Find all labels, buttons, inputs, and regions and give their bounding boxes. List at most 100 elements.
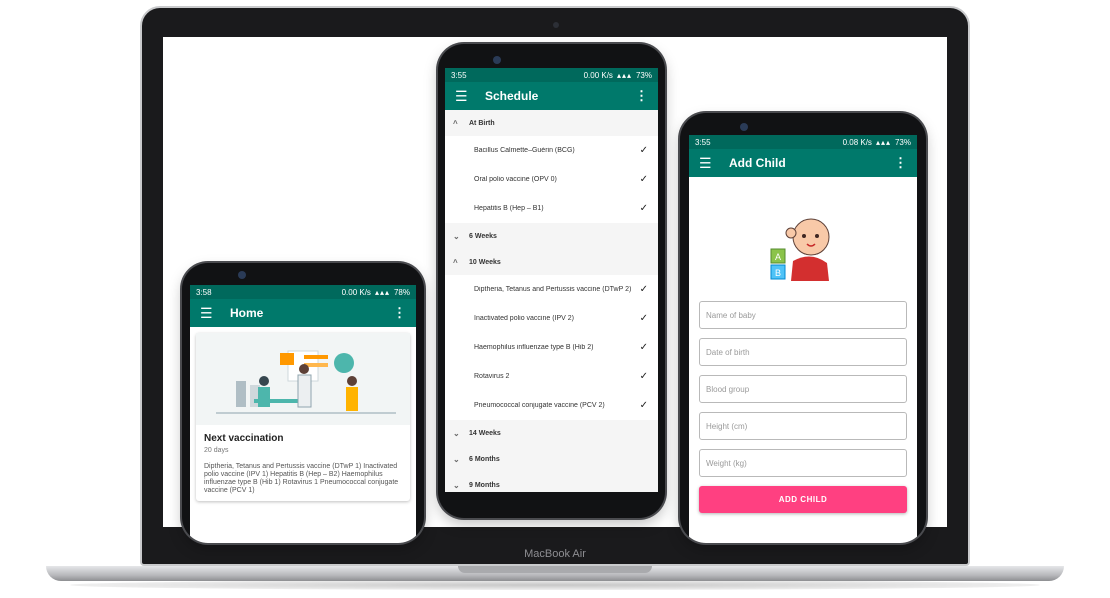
- schedule-list: ^ At Birth Bacillus Calmette–Guérin (BCG…: [445, 110, 658, 492]
- block-letter-a: A: [775, 252, 781, 262]
- section-6-weeks[interactable]: ⌄ 6 Weeks: [445, 223, 658, 249]
- section-10-weeks[interactable]: ^ 10 Weeks: [445, 249, 658, 275]
- status-battery: 78%: [393, 287, 410, 297]
- section-label: At Birth: [469, 119, 495, 127]
- vaccine-row[interactable]: Haemophilus influenzae type B (Hib 2) ✓: [445, 333, 658, 362]
- doctor-illustration-svg: [216, 350, 396, 414]
- chevron-down-icon: ⌄: [453, 480, 460, 490]
- vaccine-name: Hepatitis B (Hep – B1): [474, 205, 544, 212]
- section-label: 6 Months: [469, 455, 500, 463]
- schedule-app: 3:55 0.00 K/s ▴▴▴ 73% ☰ Schedule ⋮ ^ At …: [445, 68, 658, 492]
- signal-icon: ▴▴▴: [374, 287, 390, 297]
- laptop-shadow: [70, 580, 1040, 590]
- stage: MacBook Air 3:58 0.00 K/s ▴▴▴ 78% ☰ Home…: [0, 0, 1110, 598]
- vaccine-list-text: Diptheria, Tetanus and Pertussis vaccine…: [204, 463, 399, 494]
- status-bar: 3:55 0.08 K/s ▴▴▴ 73%: [689, 135, 917, 149]
- app-bar: ☰ Home ⋮: [190, 299, 416, 327]
- status-battery: 73%: [894, 137, 911, 147]
- more-vert-icon[interactable]: ⋮: [894, 155, 907, 171]
- signal-icon: ▴▴▴: [616, 70, 632, 80]
- vaccine-row[interactable]: Rotavirus 2 ✓: [445, 362, 658, 391]
- chevron-up-icon: ^: [453, 257, 458, 267]
- status-speed: 0.00 K/s: [583, 70, 613, 80]
- app-bar: ☰ Add Child ⋮: [689, 149, 917, 177]
- section-label: 10 Weeks: [469, 258, 501, 266]
- home-app: 3:58 0.00 K/s ▴▴▴ 78% ☰ Home ⋮ Next vacc…: [190, 285, 416, 543]
- section-label: 6 Weeks: [469, 232, 497, 240]
- vaccine-name: Rotavirus 2: [474, 373, 510, 380]
- vaccine-row[interactable]: Bacillus Calmette–Guérin (BCG) ✓: [445, 136, 658, 165]
- vaccine-name: Haemophilus influenzae type B (Hib 2): [474, 344, 594, 351]
- vaccine-row[interactable]: Hepatitis B (Hep – B1) ✓: [445, 194, 658, 223]
- section-9-months[interactable]: ⌄ 9 Months: [445, 472, 658, 492]
- page-title: Add Child: [729, 156, 786, 170]
- status-bar: 3:55 0.00 K/s ▴▴▴ 73%: [445, 68, 658, 82]
- check-icon[interactable]: ✓: [640, 342, 648, 353]
- check-icon[interactable]: ✓: [640, 174, 648, 185]
- section-label: 9 Months: [469, 481, 500, 489]
- more-vert-icon[interactable]: ⋮: [393, 305, 406, 321]
- status-battery: 73%: [635, 70, 652, 80]
- more-vert-icon[interactable]: ⋮: [635, 88, 648, 104]
- vaccine-name: Pneumococcal conjugate vaccine (PCV 2): [474, 402, 605, 409]
- chevron-down-icon: ⌄: [453, 231, 460, 241]
- status-bar: 3:58 0.00 K/s ▴▴▴ 78%: [190, 285, 416, 299]
- chevron-down-icon: ⌄: [453, 428, 460, 438]
- vaccine-name: Inactivated polio vaccine (IPV 2): [474, 315, 574, 322]
- app-bar: ☰ Schedule ⋮: [445, 82, 658, 110]
- laptop-notch: [458, 566, 652, 573]
- chevron-up-icon: ^: [453, 118, 458, 128]
- signal-icon: ▴▴▴: [875, 137, 891, 147]
- card-title: Next vaccination: [204, 433, 284, 444]
- check-icon[interactable]: ✓: [640, 313, 648, 324]
- page-title: Schedule: [485, 89, 539, 103]
- section-at-birth[interactable]: ^ At Birth: [445, 110, 658, 136]
- weight-field[interactable]: Weight (kg): [699, 449, 907, 477]
- baby-with-blocks-icon[interactable]: A B: [763, 207, 843, 287]
- height-field[interactable]: Height (cm): [699, 412, 907, 440]
- vaccine-row[interactable]: Pneumococcal conjugate vaccine (PCV 2) ✓: [445, 391, 658, 420]
- check-icon[interactable]: ✓: [640, 400, 648, 411]
- phone-camera: [238, 271, 246, 279]
- doctor-illustration: [196, 333, 410, 425]
- check-icon[interactable]: ✓: [640, 284, 648, 295]
- status-speed: 0.00 K/s: [341, 287, 371, 297]
- menu-icon[interactable]: ☰: [455, 88, 479, 105]
- status-time: 3:58: [196, 287, 212, 297]
- vaccine-row[interactable]: Oral polio vaccine (OPV 0) ✓: [445, 165, 658, 194]
- phone-add-child: 3:55 0.08 K/s ▴▴▴ 73% ☰ Add Child ⋮ A B: [680, 113, 926, 543]
- menu-icon[interactable]: ☰: [200, 305, 224, 322]
- phone-camera: [493, 56, 501, 64]
- baby-illustration-svg: A B: [770, 218, 830, 281]
- vaccine-name: Oral polio vaccine (OPV 0): [474, 176, 557, 183]
- vaccine-name: Diptheria, Tetanus and Pertussis vaccine…: [474, 286, 632, 293]
- blood-group-field[interactable]: Blood group: [699, 375, 907, 403]
- page-title: Home: [230, 306, 264, 320]
- menu-icon[interactable]: ☰: [699, 155, 723, 172]
- baby-name-field[interactable]: Name of baby: [699, 301, 907, 329]
- check-icon[interactable]: ✓: [640, 145, 648, 156]
- card-body: Next vaccination 20 days Diptheria, Teta…: [196, 425, 410, 501]
- section-6-months[interactable]: ⌄ 6 Months: [445, 446, 658, 472]
- next-vaccination-card[interactable]: Next vaccination 20 days Diptheria, Teta…: [196, 333, 410, 501]
- phone-camera: [740, 123, 748, 131]
- add-child-app: 3:55 0.08 K/s ▴▴▴ 73% ☰ Add Child ⋮ A B: [689, 135, 917, 543]
- block-letter-b: B: [775, 268, 781, 278]
- section-label: 14 Weeks: [469, 429, 501, 437]
- vaccine-name: Bacillus Calmette–Guérin (BCG): [474, 147, 575, 154]
- chevron-down-icon: ⌄: [453, 454, 460, 464]
- check-icon[interactable]: ✓: [640, 203, 648, 214]
- laptop-brand-label: MacBook Air: [524, 548, 586, 560]
- status-time: 3:55: [695, 137, 711, 147]
- days-remaining: 20 days: [204, 447, 229, 454]
- phone-schedule: 3:55 0.00 K/s ▴▴▴ 73% ☰ Schedule ⋮ ^ At …: [438, 44, 665, 518]
- add-child-button[interactable]: ADD CHILD: [699, 486, 907, 513]
- phone-home: 3:58 0.00 K/s ▴▴▴ 78% ☰ Home ⋮ Next vacc…: [182, 263, 424, 543]
- vaccine-row[interactable]: Diptheria, Tetanus and Pertussis vaccine…: [445, 275, 658, 304]
- check-icon[interactable]: ✓: [640, 371, 648, 382]
- status-time: 3:55: [451, 70, 467, 80]
- vaccine-row[interactable]: Inactivated polio vaccine (IPV 2) ✓: [445, 304, 658, 333]
- date-of-birth-field[interactable]: Date of birth: [699, 338, 907, 366]
- status-speed: 0.08 K/s: [842, 137, 872, 147]
- section-14-weeks[interactable]: ⌄ 14 Weeks: [445, 420, 658, 446]
